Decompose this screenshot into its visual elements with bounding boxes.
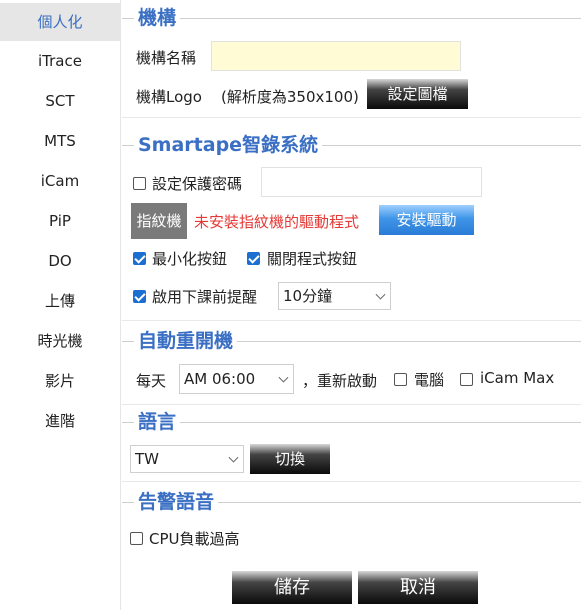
chevron-down-icon <box>228 452 239 463</box>
sidebar-item-do[interactable]: DO <box>0 241 120 281</box>
restart-time-select[interactable]: AM 06:00 <box>179 364 294 394</box>
set-logo-button[interactable]: 設定圖檔 <box>367 79 468 109</box>
chevron-down-icon <box>375 289 386 300</box>
cancel-button[interactable]: 取消 <box>358 571 478 604</box>
reminder-label: 啟用下課前提醒 <box>152 288 258 306</box>
password-label: 設定保護密碼 <box>152 175 243 193</box>
restart-icam-label: iCam Max <box>480 369 555 387</box>
chevron-down-icon <box>278 372 289 383</box>
sidebar-item-itrace[interactable]: iTrace <box>0 41 120 81</box>
restart-pc-checkbox[interactable] <box>394 373 407 386</box>
daily-label: 每天 <box>136 372 167 390</box>
password-input[interactable] <box>261 167 482 197</box>
restart-time-value: AM 06:00 <box>184 370 256 388</box>
alert-section: 告警語音 CPU負載過高 <box>122 491 581 564</box>
minimize-label: 最小化按鈕 <box>152 250 228 268</box>
sidebar-item-time-machine[interactable]: 時光機 <box>0 321 120 361</box>
minimize-checkbox[interactable] <box>133 252 146 265</box>
sidebar-item-sct[interactable]: SCT <box>0 81 120 121</box>
close-button-checkbox[interactable] <box>247 252 260 265</box>
org-section: 機構 機構名稱 機構Logo (解析度為350x100) 設定圖檔 <box>122 7 581 118</box>
org-logo-hint: (解析度為350x100) <box>221 88 359 106</box>
fingerprint-badge: 指紋機 <box>131 203 187 239</box>
restart-icam-checkbox[interactable] <box>460 373 473 386</box>
sidebar-item-icam[interactable]: iCam <box>0 161 120 201</box>
reminder-select[interactable]: 10分鐘 <box>278 282 391 310</box>
org-section-title: 機構 <box>134 7 181 29</box>
sidebar-item-mts[interactable]: MTS <box>0 121 120 161</box>
smartape-section: Smartape智錄系統 設定保護密碼 指紋機 未安裝指紋機的驅動程式 安裝驅動… <box>122 134 581 321</box>
password-checkbox[interactable] <box>133 177 146 190</box>
language-switch-button[interactable]: 切換 <box>250 444 330 474</box>
sidebar-item-pip[interactable]: PiP <box>0 201 120 241</box>
org-logo-label: 機構Logo <box>136 88 202 106</box>
fingerprint-warning: 未安裝指紋機的驅動程式 <box>194 213 360 231</box>
install-driver-button[interactable]: 安裝驅動 <box>379 205 474 235</box>
cpu-alert-checkbox[interactable] <box>130 532 143 545</box>
org-name-label: 機構名稱 <box>136 49 197 67</box>
language-select[interactable]: TW <box>130 445 244 473</box>
restart-section-title: 自動重開機 <box>134 330 238 352</box>
cpu-alert-label: CPU負載過高 <box>149 530 240 548</box>
restart-pc-label: 電腦 <box>414 371 445 389</box>
reminder-checkbox[interactable] <box>133 290 146 303</box>
alert-section-title: 告警語音 <box>134 491 219 513</box>
sidebar-item-advanced[interactable]: 進階 <box>0 401 120 441</box>
sidebar-item-personalize[interactable]: 個人化 <box>0 3 120 41</box>
sidebar-item-upload[interactable]: 上傳 <box>0 281 120 321</box>
language-section-title: 語言 <box>134 411 181 433</box>
smartape-section-title: Smartape智錄系統 <box>134 134 323 156</box>
restart-section: 自動重開機 每天 AM 06:00 ，重新啟動 電腦 iCam Max <box>122 330 581 405</box>
reminder-select-value: 10分鐘 <box>283 287 333 305</box>
org-name-input[interactable] <box>211 41 461 71</box>
sidebar-item-video[interactable]: 影片 <box>0 361 120 401</box>
settings-panel: 機構 機構名稱 機構Logo (解析度為350x100) 設定圖檔 Smarta… <box>122 0 581 610</box>
close-button-label: 關閉程式按鈕 <box>267 250 358 268</box>
sidebar: 個人化 iTrace SCT MTS iCam PiP DO 上傳 時光機 影片… <box>0 0 121 610</box>
restart-label: ，重新啟動 <box>302 372 378 390</box>
language-select-value: TW <box>135 450 159 468</box>
language-section: 語言 TW 切換 <box>122 411 581 482</box>
save-button[interactable]: 儲存 <box>232 571 352 604</box>
